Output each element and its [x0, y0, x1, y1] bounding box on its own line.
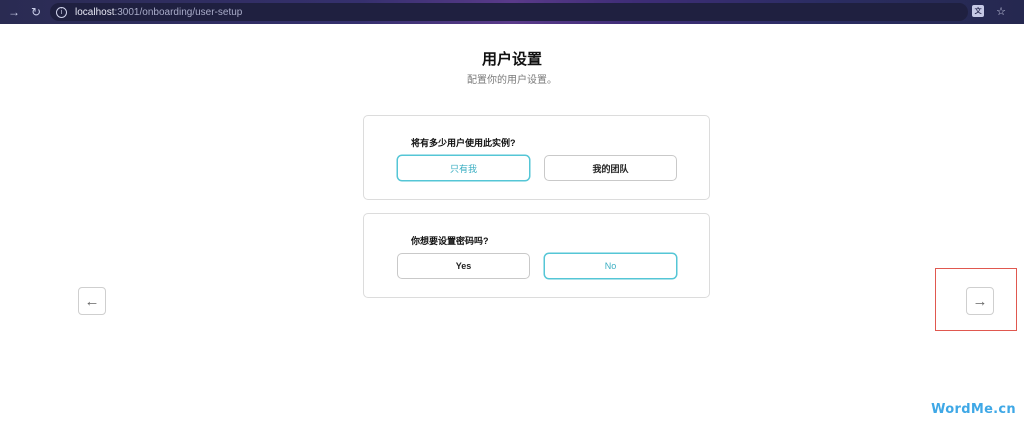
- page-title: 用户设置: [481, 51, 542, 68]
- option-my-team[interactable]: 我的团队: [544, 155, 677, 181]
- option-no[interactable]: No: [544, 253, 677, 279]
- option-just-me[interactable]: 只有我: [397, 155, 530, 181]
- bookmark-star-icon[interactable]: ☆: [996, 5, 1006, 18]
- user-count-question: 将有多少用户使用此实例?: [411, 138, 516, 148]
- option-yes[interactable]: Yes: [397, 253, 530, 279]
- user-count-card: 将有多少用户使用此实例? 只有我 我的团队: [363, 115, 710, 200]
- address-bar[interactable]: i localhost:3001/onboarding/user-setup: [50, 3, 968, 21]
- url-text: localhost:3001/onboarding/user-setup: [75, 6, 243, 18]
- password-options: Yes No: [397, 253, 677, 279]
- arrow-left-icon: ←: [84, 292, 100, 310]
- site-info-icon[interactable]: i: [56, 6, 67, 18]
- translate-icon[interactable]: 文: [972, 5, 985, 17]
- arrow-right-icon: →: [972, 292, 988, 310]
- password-card: 你想要设置密码吗? Yes No: [363, 213, 710, 298]
- next-button[interactable]: →: [966, 287, 994, 315]
- back-button[interactable]: ←: [78, 287, 106, 315]
- user-count-options: 只有我 我的团队: [397, 155, 677, 181]
- reload-icon[interactable]: ↻: [28, 4, 44, 20]
- password-question: 你想要设置密码吗?: [411, 236, 489, 246]
- watermark: WordMe.cn: [931, 402, 1016, 417]
- page-subtitle: 配置你的用户设置。: [467, 75, 557, 86]
- browser-toolbar: → ↻ i localhost:3001/onboarding/user-set…: [0, 0, 1024, 24]
- forward-icon[interactable]: →: [6, 4, 22, 20]
